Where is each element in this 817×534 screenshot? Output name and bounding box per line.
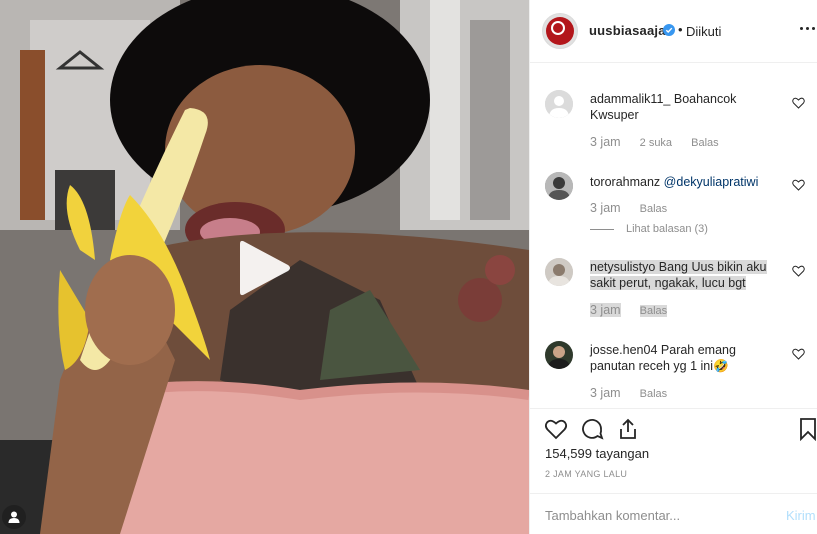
post-header: uusbiasaaja • Diikuti bbox=[530, 0, 817, 63]
comment-icon[interactable] bbox=[580, 417, 604, 441]
post-video[interactable] bbox=[0, 0, 529, 534]
comment-likes[interactable]: 2 suka bbox=[640, 137, 672, 149]
view-replies-label: Lihat balasan (3) bbox=[626, 223, 708, 235]
header-separator: • bbox=[678, 22, 683, 37]
commenter-avatar[interactable] bbox=[545, 341, 573, 369]
add-comment-input[interactable] bbox=[545, 506, 765, 524]
heart-icon[interactable] bbox=[544, 417, 568, 441]
comment-text: adammalik11_ Boahancok Kwsuper bbox=[590, 91, 780, 123]
post-details-panel: uusbiasaaja • Diikuti adammalik11_ Boaha… bbox=[529, 0, 817, 534]
reply-button[interactable]: Balas bbox=[691, 137, 719, 149]
comment-meta: 3 jam Balas bbox=[590, 303, 683, 317]
share-icon[interactable] bbox=[616, 417, 640, 441]
verified-badge-icon bbox=[663, 24, 675, 36]
avatar-logo bbox=[551, 21, 565, 35]
commenter-avatar[interactable] bbox=[545, 172, 573, 200]
play-icon bbox=[240, 240, 290, 296]
comment-username[interactable]: netysulistyo bbox=[590, 260, 655, 274]
heart-icon[interactable] bbox=[792, 97, 805, 109]
comment-text: netysulistyo Bang Uus bikin aku sakit pe… bbox=[590, 259, 780, 291]
comment-time: 3 jam bbox=[590, 386, 621, 400]
comment-composer: Kirim bbox=[530, 493, 817, 534]
post-comment-button[interactable]: Kirim bbox=[786, 508, 816, 523]
heart-icon[interactable] bbox=[792, 265, 805, 277]
post-timestamp: 2 JAM YANG LALU bbox=[545, 469, 628, 479]
comment-text: tororahmanz @dekyuliapratiwi bbox=[590, 174, 790, 190]
comment-meta: 3 jam Balas bbox=[590, 201, 683, 215]
comment-time: 3 jam bbox=[590, 135, 621, 149]
heart-icon[interactable] bbox=[792, 348, 805, 360]
reply-button[interactable]: Balas bbox=[639, 305, 668, 317]
commenter-avatar[interactable] bbox=[545, 258, 573, 286]
default-avatar-icon bbox=[545, 90, 573, 118]
reply-button[interactable]: Balas bbox=[640, 388, 668, 400]
comment-username[interactable]: tororahmanz bbox=[590, 175, 660, 189]
reply-button[interactable]: Balas bbox=[640, 203, 668, 215]
follow-status-button[interactable]: Diikuti bbox=[686, 24, 721, 39]
play-button[interactable] bbox=[234, 238, 292, 298]
post-actions bbox=[530, 408, 817, 448]
commenter-avatar[interactable] bbox=[545, 90, 573, 118]
comments-list[interactable]: adammalik11_ Boahancok Kwsuper 3 jam 2 s… bbox=[530, 64, 817, 408]
comment-meta: 3 jam 2 suka Balas bbox=[590, 135, 735, 149]
comment-meta: 3 jam Balas bbox=[590, 386, 683, 400]
author-username[interactable]: uusbiasaaja bbox=[589, 23, 666, 38]
replies-divider bbox=[590, 228, 614, 230]
heart-icon[interactable] bbox=[792, 179, 805, 191]
view-count[interactable]: 154,599 tayangan bbox=[545, 446, 649, 461]
photo-avatar-icon bbox=[545, 172, 573, 200]
comment-username[interactable]: adammalik11_ bbox=[590, 92, 670, 106]
comment-mention[interactable]: @dekyuliapratiwi bbox=[664, 175, 759, 189]
user-tag-icon bbox=[8, 511, 20, 523]
view-replies-button[interactable]: Lihat balasan (3) bbox=[590, 223, 708, 235]
author-avatar[interactable] bbox=[542, 13, 578, 49]
photo-avatar-icon bbox=[545, 341, 573, 369]
sound-toggle-button[interactable] bbox=[2, 505, 26, 529]
comment-time: 3 jam bbox=[590, 201, 621, 215]
more-options-icon[interactable] bbox=[800, 27, 816, 33]
comment-time: 3 jam bbox=[590, 303, 621, 317]
comment-username[interactable]: josse.hen04 bbox=[590, 343, 657, 357]
bookmark-icon[interactable] bbox=[796, 417, 817, 441]
photo-avatar-icon bbox=[545, 258, 573, 286]
comment-text: josse.hen04 Parah emang panutan receh yg… bbox=[590, 342, 780, 374]
